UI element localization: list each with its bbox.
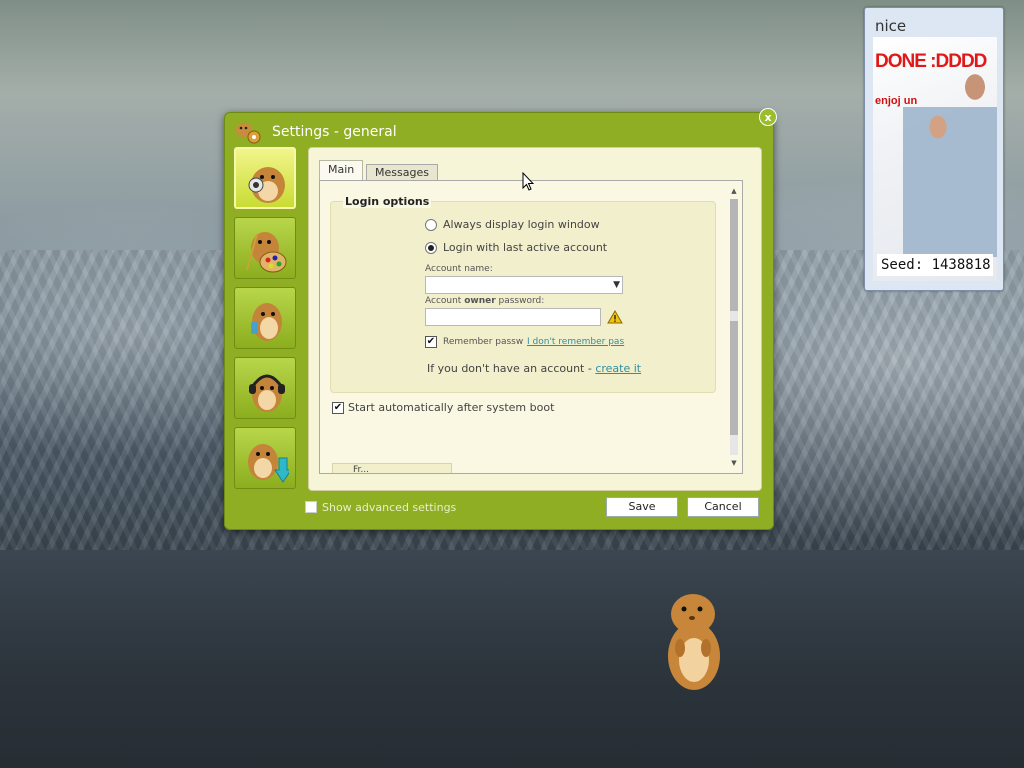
sidebar-item-messaging[interactable] [234,287,296,349]
sidebar-item-audio[interactable] [234,357,296,419]
content-panel: Main Messages ▲ ▼ Login options Always d… [308,147,762,491]
photo-subtext: enjoj un [875,95,918,107]
sidebar-item-general[interactable] [234,147,296,209]
seed-label: Seed: 1438818 [877,254,993,276]
radio-always-display-login[interactable] [425,219,437,231]
widget-title: nice [875,17,907,35]
account-password-label: Account owner password: [425,296,545,306]
hamster-download-icon [248,444,289,483]
app-logo-icon [236,123,261,144]
login-options-group: Login options Always display login windo… [330,195,716,393]
autostart-label: Start automatically after system boot [348,401,555,414]
sidebar-item-updates[interactable] [234,427,296,489]
scroll-thumb-lower[interactable] [730,321,738,435]
show-advanced-label: Show advanced settings [322,501,457,514]
remember-password-checkbox[interactable]: ✔ [425,336,437,348]
scroll-up-arrow-icon[interactable]: ▲ [728,185,740,197]
account-name-label: Account name: [425,264,493,274]
forgot-password-link[interactable]: I don't remember pas [527,337,624,347]
remember-password-label: Remember passw [443,337,524,347]
warning-icon [607,310,623,324]
autostart-checkbox[interactable]: ✔ [332,402,344,414]
scroll-down-arrow-icon[interactable]: ▼ [728,457,740,469]
photo-people [903,57,997,257]
no-account-text: If you don't have an account - create it [427,362,642,375]
sidebar-item-appearance[interactable] [234,217,296,279]
vertical-scrollbar[interactable]: ▲ ▼ [728,185,740,469]
save-button[interactable]: Save [606,497,678,517]
photo-widget[interactable]: nice DONE :DDDD enjoj un Seed: 1438818 [864,7,1004,291]
radio-login-last-account[interactable] [425,242,437,254]
hamster-phone-icon [251,303,282,341]
tab-messages[interactable]: Messages [366,164,438,181]
tab-body-main: ▲ ▼ Login options Always display login w… [319,180,743,474]
account-password-input[interactable] [425,308,601,326]
account-name-dropdown[interactable]: ▼ [425,276,623,294]
show-advanced-checkbox[interactable] [305,501,317,513]
login-options-title: Login options [343,195,432,208]
settings-dialog: Settings - general x Main Messages ▲ ▼ L… [224,108,777,530]
tab-main[interactable]: Main [319,160,364,181]
hamster-headphones-icon [249,374,285,412]
cancel-button[interactable]: Cancel [687,497,759,517]
mouse-cursor-icon [522,172,534,191]
radio-always-display-login-label: Always display login window [443,218,600,231]
close-button[interactable]: x [759,108,777,126]
dialog-title: Settings - general [272,124,397,140]
desktop-hamster-pet-icon[interactable] [660,590,726,696]
photo-heading: DONE :DDDD [875,51,987,72]
hamster-camera-icon [248,167,285,203]
create-account-link[interactable]: create it [595,362,641,375]
scroll-thumb[interactable] [730,199,738,311]
widget-photo: DONE :DDDD enjoj un Seed: 1438818 [873,37,997,281]
radio-login-last-account-label: Login with last active account [443,241,608,254]
chevron-down-icon: ▼ [613,280,620,290]
hamster-palette-icon [246,232,287,273]
cut-off-section-button[interactable]: Fr... [332,463,452,473]
